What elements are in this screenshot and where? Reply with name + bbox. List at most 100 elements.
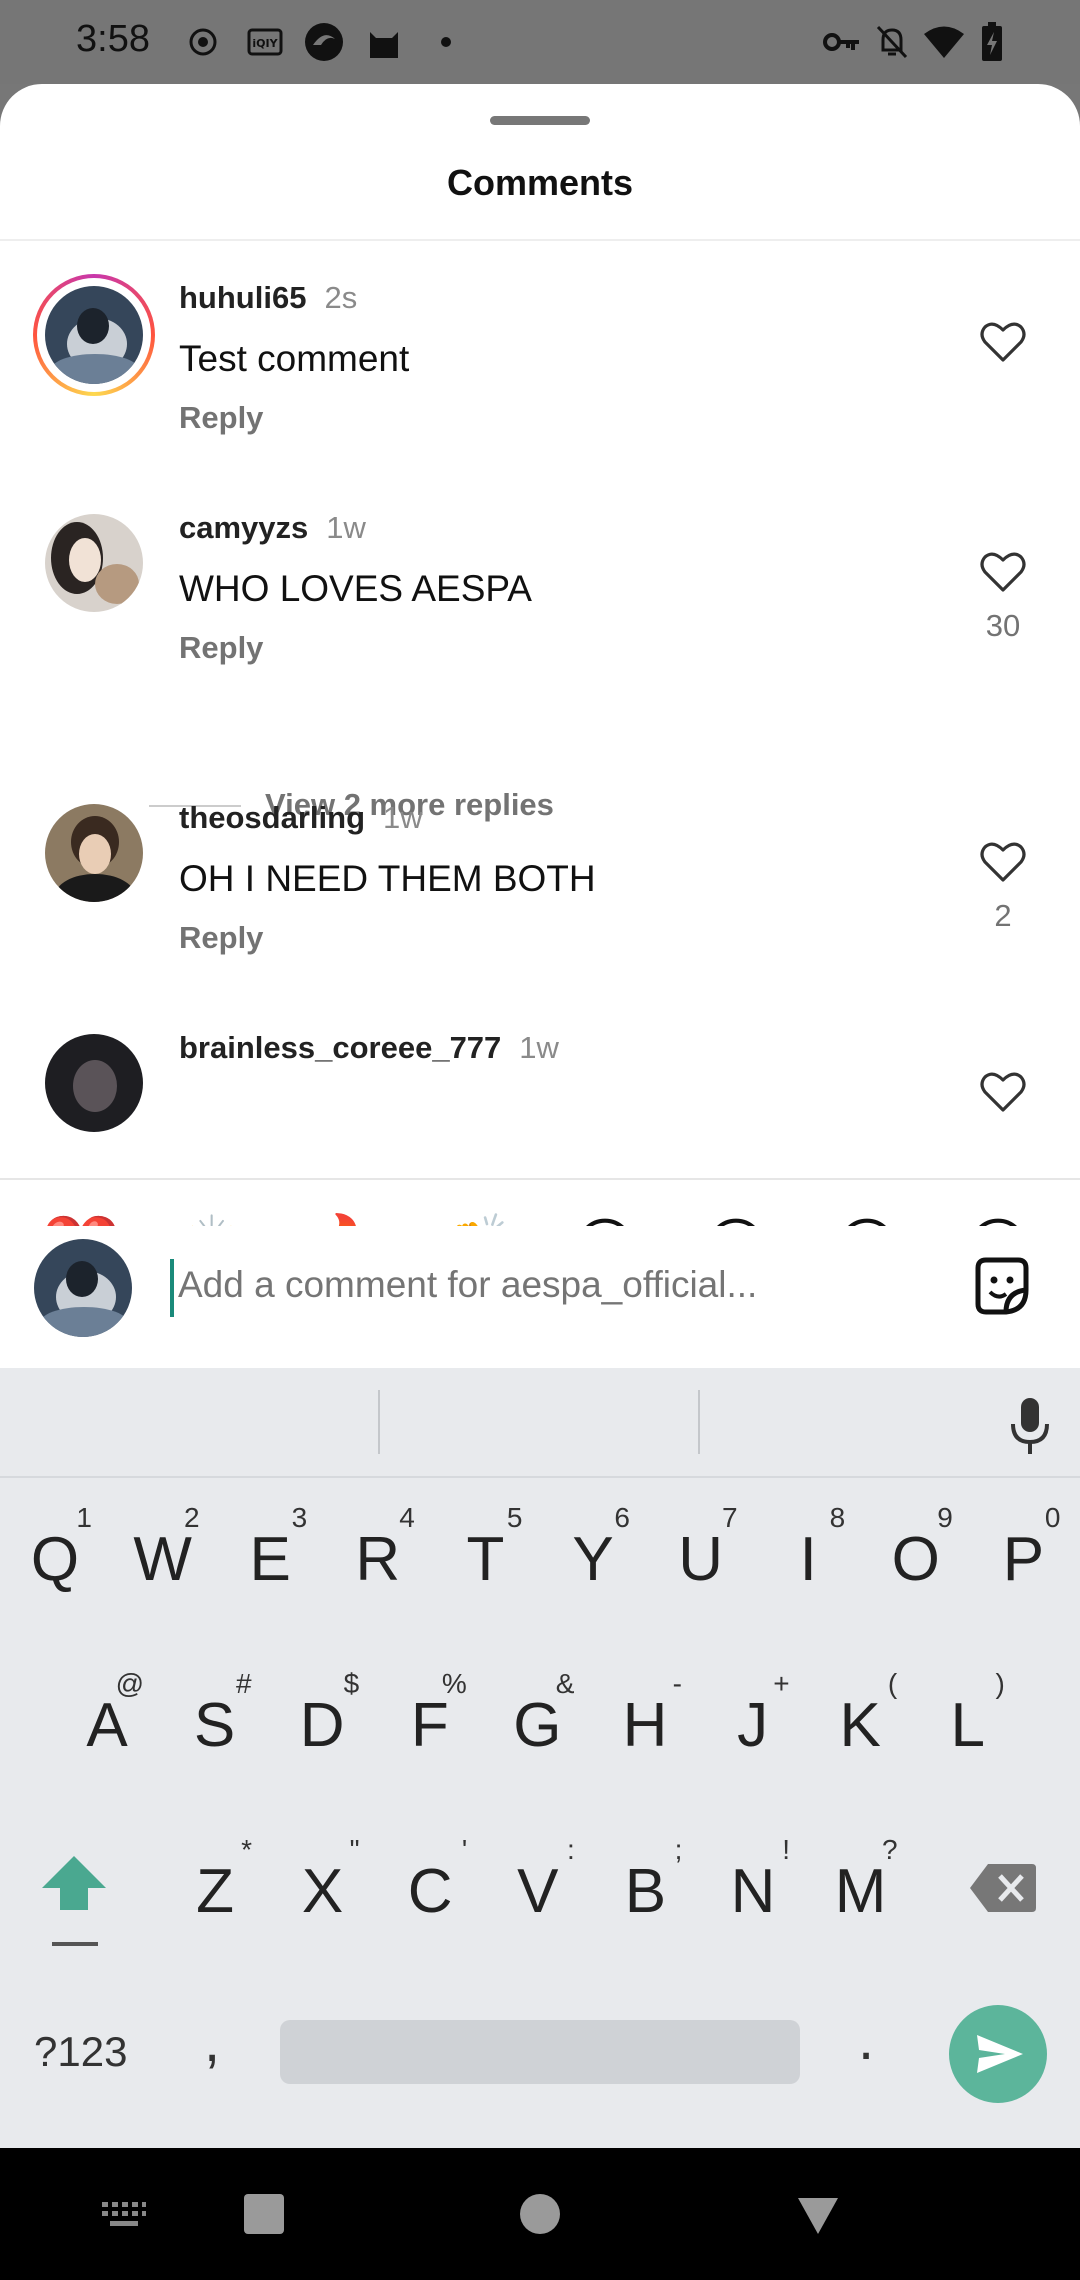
key-v[interactable]: :V (493, 1834, 583, 1946)
like-heart-icon[interactable] (979, 550, 1027, 594)
key-label: I (799, 1525, 817, 1594)
comment-username[interactable]: theosdarling 1w (179, 800, 423, 836)
comment-text: WHO LOVES AESPA (179, 568, 532, 609)
comment-time: 1w (519, 1030, 559, 1065)
dot-icon (436, 22, 456, 62)
key-e[interactable]: 3E (225, 1502, 315, 1614)
suggestion-separator (378, 1390, 380, 1454)
comment-input[interactable] (178, 1264, 898, 1306)
like-heart-icon[interactable] (979, 1070, 1027, 1114)
key-label: N (730, 1857, 776, 1926)
comment-time: 1w (326, 510, 366, 545)
key-y[interactable]: 6Y (548, 1502, 638, 1614)
sticker-icon[interactable] (970, 1254, 1034, 1318)
divider (0, 239, 1080, 241)
key-label: P (1002, 1525, 1045, 1594)
key-h[interactable]: -H (600, 1668, 690, 1780)
key-label: C (407, 1857, 453, 1926)
cat-icon (364, 22, 404, 62)
key-label: A (86, 1691, 128, 1760)
like-heart-icon[interactable] (979, 320, 1027, 364)
key-label: Y (572, 1525, 614, 1594)
notifications-off-icon (872, 22, 912, 62)
key-c[interactable]: ' C (385, 1834, 475, 1946)
key-s[interactable]: # S (170, 1668, 260, 1780)
record-icon (186, 22, 220, 62)
key-w[interactable]: 2W (118, 1502, 208, 1614)
comment-username[interactable]: camyyzs 1w (179, 510, 366, 546)
comment-text: OH I NEED THEM BOTH (179, 858, 596, 899)
key-label: B (624, 1857, 667, 1926)
key-p[interactable]: 0P (978, 1502, 1068, 1614)
reply-button[interactable]: Reply (179, 400, 263, 436)
backspace-icon[interactable] (968, 1862, 1038, 1914)
key-label: Q (30, 1525, 80, 1594)
key-label: X (301, 1857, 344, 1926)
key-r[interactable]: 4R (333, 1502, 423, 1614)
key-j[interactable]: + J (708, 1668, 798, 1780)
comments-sheet: Comments huhuli65 2s Test comment Reply c… (0, 84, 1080, 1368)
status-bar: 3:58 iQIY (0, 0, 1080, 84)
key-label: D (299, 1691, 345, 1760)
key-label: J (737, 1691, 769, 1760)
comment-time: 2s (324, 280, 358, 315)
avatar[interactable] (45, 286, 143, 384)
sheet-title: Comments (446, 162, 634, 203)
key-b[interactable]: ; B (600, 1834, 690, 1946)
key-d[interactable]: $ D (277, 1668, 367, 1780)
key-t[interactable]: 5T (440, 1502, 530, 1614)
key-label: F (410, 1691, 449, 1760)
status-time: 3:58 (76, 18, 150, 60)
avatar[interactable] (45, 804, 143, 902)
reply-button[interactable]: Reply (179, 920, 263, 956)
sheet-drag-handle[interactable] (490, 116, 590, 125)
key-z[interactable]: * Z (170, 1834, 260, 1946)
key-a[interactable]: @ A (62, 1668, 152, 1780)
key-g[interactable]: & G (492, 1668, 582, 1780)
suggestion-separator (698, 1390, 700, 1454)
text-caret (170, 1259, 174, 1317)
send-button[interactable] (949, 2005, 1047, 2103)
avatar[interactable] (45, 1034, 143, 1132)
key-u[interactable]: 7U (656, 1502, 746, 1614)
key-label: V (517, 1857, 559, 1926)
comment-username[interactable]: huhuli65 2s (179, 280, 357, 316)
key-x[interactable]: " X (278, 1834, 368, 1946)
like-count: 30 (985, 608, 1021, 643)
key-label: W (133, 1525, 192, 1594)
browser-icon (302, 22, 346, 62)
like-heart-icon[interactable] (979, 840, 1027, 884)
key-label: U (678, 1525, 723, 1594)
home-icon[interactable] (518, 2192, 562, 2236)
key-i[interactable]: 8I (763, 1502, 853, 1614)
key-m[interactable]: ? M (816, 1834, 906, 1946)
key-label: H (622, 1691, 668, 1760)
battery-charging-icon (978, 22, 1006, 62)
space-key[interactable] (280, 2020, 800, 2084)
recents-icon[interactable] (242, 2192, 286, 2236)
back-icon[interactable] (796, 2196, 840, 2236)
key-n[interactable]: ! N (708, 1834, 798, 1946)
keyboard-switch-icon[interactable] (100, 2200, 148, 2230)
reply-button[interactable]: Reply (179, 630, 263, 666)
avatar[interactable] (45, 514, 143, 612)
key-k[interactable]: (K (815, 1668, 905, 1780)
send-icon (977, 2035, 1023, 2073)
microphone-icon[interactable] (1006, 1396, 1054, 1456)
period-key[interactable]: . (858, 2006, 874, 2073)
comment-time: 1w (383, 800, 423, 835)
vpn-key-icon (822, 22, 862, 62)
key-l[interactable]: ) L (923, 1668, 1013, 1780)
comment-username[interactable]: brainless_coreee_777 1w (179, 1030, 559, 1066)
key-q[interactable]: 1Q (10, 1502, 100, 1614)
key-label: R (355, 1525, 401, 1594)
symbols-key[interactable]: ?123 (34, 2028, 127, 2076)
wifi-icon (922, 22, 966, 62)
key-f[interactable]: % F (385, 1668, 475, 1780)
system-nav-bar (0, 2148, 1080, 2280)
key-o[interactable]: 9O (871, 1502, 961, 1614)
shift-icon[interactable] (38, 1852, 110, 1914)
comma-key[interactable]: , (204, 2008, 220, 2075)
screen: 3:58 iQIY Comments huhuli65 2s Test comm… (0, 0, 1080, 2280)
like-count: 2 (994, 898, 1012, 933)
